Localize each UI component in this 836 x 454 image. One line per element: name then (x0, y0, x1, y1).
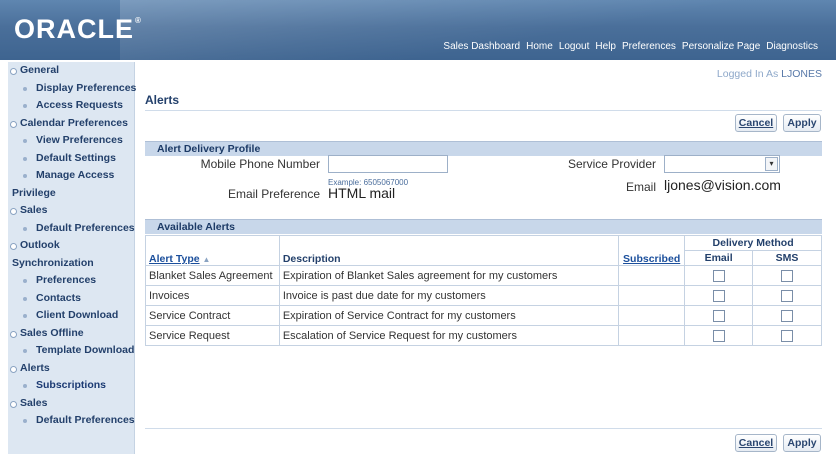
apply-button-bottom[interactable]: Apply (783, 434, 821, 452)
email-cell (684, 325, 754, 346)
email-checkbox[interactable] (712, 309, 725, 322)
sidebar-item-synchronization[interactable]: Synchronization (8, 255, 134, 273)
alerts-table: Alert Type ▲ Description Subscribed Deli… (145, 235, 822, 346)
alert-type-sort-link[interactable]: Alert Type (149, 253, 200, 265)
sidebar-item-sales-offline[interactable]: Sales Offline (8, 325, 134, 343)
sidebar-item-view-preferences[interactable]: View Preferences (8, 132, 134, 150)
subscribed-cell (618, 285, 686, 306)
delivery-profile-header: Alert Delivery Profile (145, 141, 822, 156)
col-email: Email (684, 250, 754, 266)
sms-checkbox[interactable] (781, 309, 794, 322)
nav-diagnostics[interactable]: Diagnostics (766, 41, 818, 52)
nav-personalize-page[interactable]: Personalize Page (682, 41, 760, 52)
title-divider (145, 110, 822, 111)
subscribed-cell (618, 265, 686, 286)
table-row: Invoices Invoice is past due date for my… (145, 285, 822, 306)
col-description: Description (278, 235, 620, 266)
sidebar-item-default-settings[interactable]: Default Settings (8, 150, 134, 168)
sidebar-item-subscriptions[interactable]: Subscriptions (8, 377, 134, 395)
sms-cell (752, 325, 822, 346)
alert-type-cell: Service Request (145, 325, 280, 346)
sidebar-item-alerts[interactable]: Alerts (8, 360, 134, 378)
cancel-button[interactable]: Cancel (735, 114, 777, 132)
email-cell (684, 305, 754, 326)
sort-asc-icon[interactable]: ▲ (203, 255, 211, 264)
description-cell: Expiration of Blanket Sales agreement fo… (278, 265, 620, 286)
nav-logout[interactable]: Logout (559, 41, 590, 52)
sidebar-item-sales[interactable]: Sales (8, 202, 134, 220)
sidebar-item-default-preferences-2[interactable]: Default Preferences (8, 412, 135, 430)
sidebar-item-display-preferences[interactable]: Display Preferences (8, 80, 136, 98)
page-title: Alerts (145, 93, 180, 107)
table-header-row-top: Alert Type ▲ Description Subscribed Deli… (145, 235, 822, 266)
alert-type-cell: Invoices (145, 285, 280, 306)
table-row: Service Contract Expiration of Service C… (145, 305, 822, 326)
sidebar-item-manage-access[interactable]: Manage Access (8, 167, 134, 185)
subscribed-cell (618, 305, 686, 326)
app-header: ORACLE® Sales Dashboard Home Logout Help… (0, 0, 836, 60)
col-sms: SMS (752, 250, 822, 266)
nav-home[interactable]: Home (526, 41, 553, 52)
nav-preferences[interactable]: Preferences (622, 41, 676, 52)
email-preference-label: Email Preference (227, 187, 320, 201)
description-cell: Expiration of Service Contract for my cu… (278, 305, 620, 326)
sms-cell (752, 265, 822, 286)
nav-sales-dashboard[interactable]: Sales Dashboard (443, 41, 520, 52)
subscribed-cell (618, 325, 686, 346)
sidebar-item-template-download[interactable]: Template Download (8, 342, 134, 360)
sidebar-item-contacts[interactable]: Contacts (8, 290, 134, 308)
email-checkbox[interactable] (712, 269, 725, 282)
logged-in-user: LJONES (781, 68, 822, 80)
sidebar-item-sales-2[interactable]: Sales (8, 395, 134, 413)
sms-checkbox[interactable] (781, 329, 794, 342)
service-provider-label: Service Provider (567, 157, 656, 171)
service-provider-select[interactable]: ▾ (664, 155, 780, 173)
sidebar-item-label: Subscriptions (36, 379, 107, 391)
sidebar-item-privilege[interactable]: Privilege (8, 185, 134, 203)
nav-help[interactable]: Help (595, 41, 616, 52)
sidebar-item-default-preferences[interactable]: Default Preferences (8, 220, 135, 238)
sms-cell (752, 285, 822, 306)
sidebar-item-client-download[interactable]: Client Download (8, 307, 134, 325)
col-delivery-method: Delivery Method (684, 235, 822, 251)
logged-in-status: Logged In As LJONES (716, 68, 822, 80)
table-row: Service Request Escalation of Service Re… (145, 325, 822, 346)
table-row: Blanket Sales Agreement Expiration of Bl… (145, 265, 822, 286)
email-checkbox[interactable] (712, 289, 725, 302)
description-cell: Invoice is past due date for my customer… (278, 285, 620, 306)
alert-type-cell: Blanket Sales Agreement (145, 265, 280, 286)
alert-type-cell: Service Contract (145, 305, 280, 326)
email-cell (684, 285, 754, 306)
sms-checkbox[interactable] (781, 269, 794, 282)
sidebar-nav: General Display Preferences Access Reque… (8, 62, 136, 454)
email-label: Email (625, 180, 656, 194)
email-checkbox[interactable] (712, 329, 725, 342)
col-alert-type[interactable]: Alert Type ▲ (145, 235, 280, 266)
sms-cell (752, 305, 822, 326)
chevron-down-icon[interactable]: ▾ (765, 157, 778, 171)
sidebar-item-general[interactable]: General (8, 62, 134, 80)
col-subscribed[interactable]: Subscribed (618, 235, 686, 266)
apply-button[interactable]: Apply (783, 114, 821, 132)
email-cell (684, 265, 754, 286)
sidebar-item-preferences[interactable]: Preferences (8, 272, 134, 290)
oracle-logo: ORACLE® (14, 14, 142, 44)
mobile-phone-label: Mobile Phone Number (200, 157, 320, 171)
sidebar-item-access-requests[interactable]: Access Requests (8, 97, 134, 115)
mobile-phone-input[interactable] (328, 155, 448, 173)
sms-checkbox[interactable] (781, 289, 794, 302)
email-value: ljones@vision.com (664, 177, 781, 193)
bottom-divider (145, 428, 822, 429)
sidebar-item-outlook[interactable]: Outlook (8, 237, 134, 255)
subscribed-sort-link[interactable]: Subscribed (623, 253, 680, 265)
cancel-button-bottom[interactable]: Cancel (735, 434, 777, 452)
global-nav: Sales Dashboard Home Logout Help Prefere… (443, 41, 818, 52)
available-alerts-header: Available Alerts (145, 219, 822, 234)
sidebar-item-calendar-preferences[interactable]: Calendar Preferences (8, 115, 134, 133)
email-preference-value: HTML mail (328, 185, 396, 201)
description-cell: Escalation of Service Request for my cus… (278, 325, 620, 346)
